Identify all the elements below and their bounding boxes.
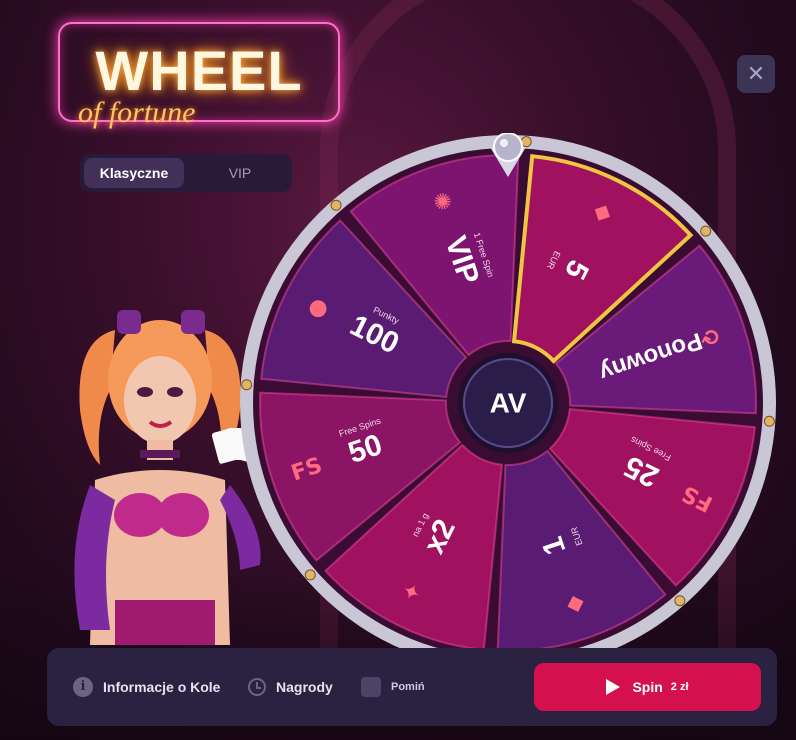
info-link[interactable]: i Informacje o Kole (73, 648, 220, 726)
close-button[interactable]: ✕ (737, 55, 775, 93)
info-label: Informacje o Kole (103, 679, 221, 695)
rim-peg (700, 225, 712, 237)
wheel-graphic: 5EUR◆Ponowny⟳25Free SpinsFS1EUR◆x2na 1 g… (240, 132, 776, 671)
clock-icon (248, 678, 266, 696)
rim-peg (330, 199, 342, 211)
prizes-link[interactable]: Nagrody (248, 648, 333, 726)
rim-peg (763, 415, 775, 427)
prizes-label: Nagrody (276, 679, 333, 695)
pointer-shine (500, 139, 508, 147)
rim-peg (674, 595, 686, 607)
info-icon: i (73, 677, 93, 697)
logo-subtitle: of fortune (78, 96, 196, 129)
rim-peg (241, 379, 253, 391)
logo-title: WHEEL (95, 39, 303, 102)
close-icon: ✕ (746, 61, 766, 86)
skip-toggle[interactable]: Pomiń (361, 648, 425, 726)
play-icon (606, 679, 621, 695)
bottom-bar: i Informacje o Kole Nagrody Pomiń Spin 2… (47, 648, 777, 726)
spin-label: Spin (632, 679, 663, 695)
skip-label: Pomiń (391, 681, 425, 693)
fortune-wheel[interactable]: 5 EUR ◆ Ponowny ⟳ 25 Free Spins FS 1 EUR ◆ x2 na 1 g… (238, 132, 778, 673)
skip-checkbox[interactable] (361, 677, 381, 697)
rim-peg (304, 569, 316, 581)
tab-klasyczne[interactable]: Klasyczne (84, 158, 184, 188)
pointer-knob (493, 132, 523, 162)
wheel-center-logo: AV (490, 387, 527, 418)
spin-button[interactable]: Spin 2 zł (534, 663, 761, 711)
spin-amount: 2 zł (670, 681, 689, 693)
